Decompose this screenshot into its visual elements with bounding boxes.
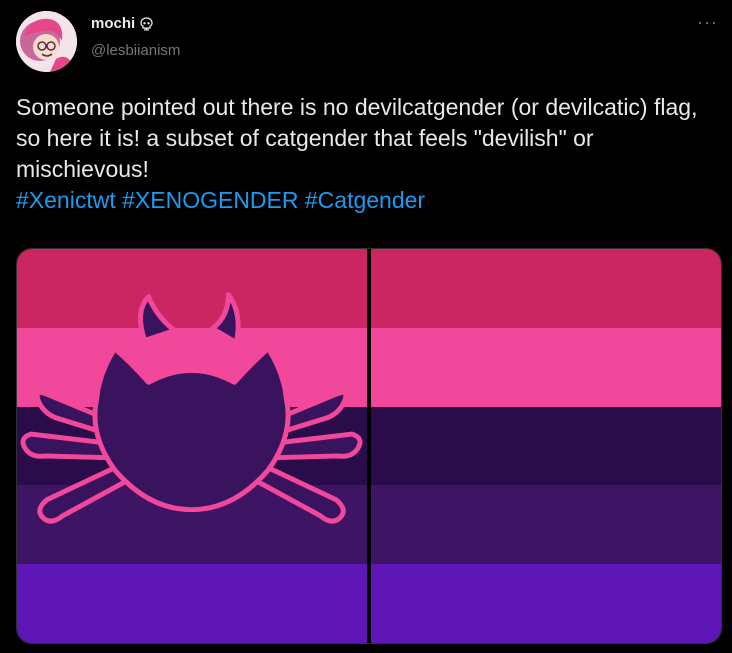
tweet-body: Someone pointed out there is no devilcat… [16,94,698,182]
flag-image-right[interactable] [371,249,721,643]
flag-image-left[interactable] [17,249,367,643]
avatar[interactable] [16,11,77,72]
hashtag-link[interactable]: #XENOGENDER [122,187,298,213]
flag-stripe [371,564,721,643]
flag-stripe [371,327,721,407]
author-name[interactable]: mochi [91,15,153,32]
flag-stripe [371,406,721,486]
avatar-image [16,11,77,72]
tweet-media [16,248,722,644]
devil-cat-head-icon [20,292,363,524]
flag-stripe [371,485,721,565]
hashtag-link[interactable]: #Catgender [305,187,425,213]
skull-icon [140,16,153,30]
hashtag-link[interactable]: #Xenictwt [16,187,116,213]
more-icon[interactable]: ··· [697,12,718,33]
author-handle[interactable]: @lesbiianism [91,42,180,59]
display-name[interactable]: mochi [91,15,135,32]
flag-stripe [371,249,721,328]
tweet-text: Someone pointed out there is no devilcat… [16,92,722,216]
hashtag-list: #Xenictwt #XENOGENDER #Catgender [16,187,425,213]
